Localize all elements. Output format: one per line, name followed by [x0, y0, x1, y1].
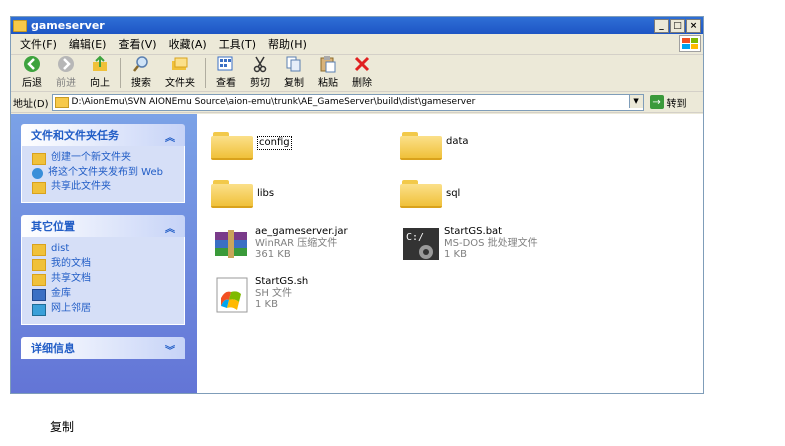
toolbar: 后退 前进 向上 搜索 文件夹 查看 剪切 复制 粘贴 删除: [11, 55, 703, 92]
file-name: StartGS.sh: [255, 276, 309, 287]
folder-icon: [13, 19, 27, 32]
file-type: SH 文件: [255, 288, 293, 299]
menu-tools[interactable]: 工具(T): [213, 36, 262, 52]
batch-file-icon: C:/: [402, 226, 440, 264]
copy-button[interactable]: 复制: [284, 55, 304, 89]
folders-button[interactable]: 文件夹: [165, 57, 195, 89]
toolbar-separator: [120, 58, 121, 88]
network-icon: [32, 304, 46, 316]
up-button[interactable]: 向上: [90, 55, 110, 89]
file-item-sh[interactable]: StartGS.sh SH 文件 1 KB: [213, 276, 308, 314]
copy-icon: [284, 55, 304, 73]
place-network[interactable]: 网上邻居: [32, 303, 178, 316]
file-item-config[interactable]: config: [211, 128, 292, 160]
main-area: 文件和文件夹任务 ︽ 创建一个新文件夹 将这个文件夹发布到 Web 共享此文件夹: [11, 114, 703, 393]
windows-logo-icon: [679, 35, 701, 52]
collapse-chevron-icon[interactable]: ︽: [165, 129, 175, 144]
file-item-sql[interactable]: sql: [400, 176, 460, 208]
file-list: config data libs sql ae_gameserver.jar W…: [197, 114, 703, 393]
paste-button[interactable]: 粘贴: [318, 55, 338, 89]
address-path: D:\AionEmu\SVN AIONEmu Source\aion-emu\t…: [71, 97, 476, 107]
minimize-button[interactable]: _: [654, 19, 669, 33]
view-grid-icon: [216, 55, 236, 73]
menu-view[interactable]: 查看(V): [112, 36, 162, 52]
go-button[interactable]: → 转到: [649, 95, 687, 110]
documents-folder-icon: [32, 259, 46, 271]
cut-button[interactable]: 剪切: [250, 55, 270, 89]
collapse-chevron-icon[interactable]: ︽: [165, 220, 175, 235]
paste-icon: [318, 55, 338, 73]
place-vault[interactable]: 金库: [32, 288, 178, 301]
window-title: gameserver: [31, 19, 105, 32]
maximize-button[interactable]: □: [670, 19, 685, 33]
file-item-bat[interactable]: C:/ StartGS.bat MS-DOS 批处理文件 1 KB: [402, 226, 538, 264]
search-icon: [131, 55, 151, 73]
folder-icon: [211, 128, 253, 160]
menu-help[interactable]: 帮助(H): [262, 36, 313, 52]
file-item-libs[interactable]: libs: [211, 176, 274, 208]
close-button[interactable]: ×: [686, 19, 701, 33]
delete-x-icon: [352, 55, 372, 73]
expand-chevron-icon[interactable]: ︾: [165, 342, 175, 357]
task-share-folder[interactable]: 共享此文件夹: [32, 181, 178, 194]
file-name: ae_gameserver.jar: [255, 226, 348, 237]
file-item-jar[interactable]: ae_gameserver.jar WinRAR 压缩文件 361 KB: [213, 226, 348, 264]
details-panel-header[interactable]: 详细信息 ︾: [21, 337, 185, 359]
address-bar: 地址(D) D:\AionEmu\SVN AIONEmu Source\aion…: [11, 92, 703, 113]
tasks-panel: 文件和文件夹任务 ︽ 创建一个新文件夹 将这个文件夹发布到 Web 共享此文件夹: [21, 124, 185, 203]
toolbar-separator: [205, 58, 206, 88]
menu-edit[interactable]: 编辑(E): [63, 36, 113, 52]
svg-text:C:/: C:/: [406, 232, 424, 243]
forward-arrow-icon: [56, 55, 76, 73]
place-my-documents[interactable]: 我的文档: [32, 258, 178, 271]
back-arrow-icon: [22, 55, 42, 73]
address-input[interactable]: D:\AionEmu\SVN AIONEmu Source\aion-emu\t…: [51, 93, 644, 111]
place-dist[interactable]: dist: [32, 243, 178, 256]
computer-icon: [32, 289, 46, 301]
folder-icon: [400, 176, 442, 208]
folder-up-icon: [90, 55, 110, 73]
folder-icon: [32, 244, 46, 256]
task-pane: 文件和文件夹任务 ︽ 创建一个新文件夹 将这个文件夹发布到 Web 共享此文件夹: [11, 114, 197, 393]
shared-folder-icon: [32, 274, 46, 286]
share-folder-icon: [32, 182, 46, 194]
explorer-window: gameserver _ □ × 文件(F) 编辑(E) 查看(V) 收藏(A)…: [10, 16, 704, 394]
menu-file[interactable]: 文件(F): [14, 36, 63, 52]
folder-icon: [211, 176, 253, 208]
file-type: WinRAR 压缩文件: [255, 238, 338, 249]
places-panel: 其它位置 ︽ dist 我的文档 共享文档 金库 网上邻居: [21, 215, 185, 325]
file-size: 1 KB: [255, 299, 278, 310]
file-item-data[interactable]: data: [400, 128, 469, 160]
places-panel-header[interactable]: 其它位置 ︽: [21, 215, 185, 237]
menu-favorites[interactable]: 收藏(A): [163, 36, 213, 52]
place-shared-documents[interactable]: 共享文档: [32, 273, 178, 286]
file-name: StartGS.bat: [444, 226, 503, 237]
address-label: 地址(D): [13, 98, 49, 110]
chevron-down-icon[interactable]: ▼: [628, 94, 643, 108]
task-new-folder[interactable]: 创建一个新文件夹: [32, 152, 178, 165]
tasks-panel-header[interactable]: 文件和文件夹任务 ︽: [21, 124, 185, 146]
details-panel: 详细信息 ︾: [21, 337, 185, 359]
file-size: 361 KB: [255, 249, 291, 260]
back-button[interactable]: 后退: [22, 55, 42, 89]
view-button[interactable]: 查看: [216, 55, 236, 89]
title-bar[interactable]: gameserver _ □ ×: [11, 17, 703, 34]
file-type: MS-DOS 批处理文件: [444, 238, 538, 249]
forward-button[interactable]: 前进: [56, 55, 76, 89]
task-publish-web[interactable]: 将这个文件夹发布到 Web: [32, 167, 178, 179]
file-size: 1 KB: [444, 249, 467, 260]
menu-bar: 文件(F) 编辑(E) 查看(V) 收藏(A) 工具(T) 帮助(H): [11, 34, 703, 55]
status-text: 复制: [50, 420, 75, 434]
folders-icon: [170, 55, 190, 73]
generic-file-icon: [213, 276, 251, 314]
go-arrow-icon: →: [649, 95, 664, 109]
delete-button[interactable]: 删除: [352, 55, 372, 89]
folder-icon: [400, 128, 442, 160]
new-folder-icon: [32, 153, 46, 165]
folder-icon: [54, 96, 69, 108]
search-button[interactable]: 搜索: [131, 55, 151, 89]
winrar-archive-icon: [213, 226, 251, 264]
globe-icon: [32, 168, 43, 179]
scissors-icon: [250, 55, 270, 73]
